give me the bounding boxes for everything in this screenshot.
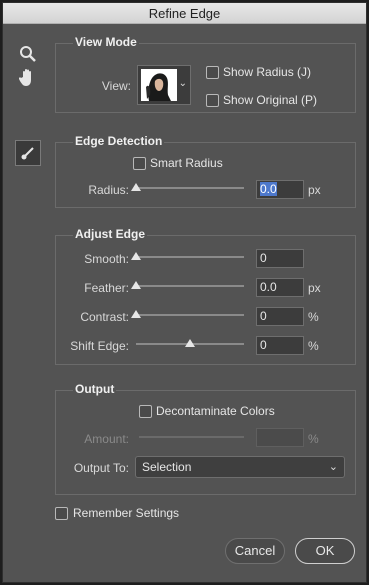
remember-settings-checkbox[interactable] [55,507,68,520]
shift-edge-input[interactable]: 0 [256,336,304,355]
smart-radius-label: Smart Radius [150,156,223,170]
output-to-label: Output To: [73,461,129,475]
view-thumbnail [141,69,177,101]
contrast-slider-thumb[interactable] [131,310,141,318]
feather-unit: px [308,281,321,295]
output-title: Output [73,382,117,396]
remember-settings-label: Remember Settings [73,506,180,520]
view-label: View: [101,79,131,93]
shift-edge-label: Shift Edge: [70,339,129,353]
shift-edge-unit: % [308,339,319,353]
chevron-down-icon: ⌄ [328,461,338,473]
chevron-down-icon: ⌄ [178,78,187,89]
amount-label: Amount: [84,432,129,446]
radius-input[interactable]: 0.0 [256,180,304,199]
cancel-button[interactable]: Cancel [225,538,285,564]
show-original-checkbox[interactable] [206,94,219,107]
ok-button[interactable]: OK [295,538,355,564]
edge-detection-title: Edge Detection [73,134,165,148]
output-to-value: Selection [142,460,192,474]
zoom-icon[interactable] [17,43,39,65]
hand-icon[interactable] [17,67,39,89]
smooth-slider-track[interactable] [136,256,244,258]
refine-radius-brush-icon[interactable] [15,140,41,166]
decontaminate-colors-checkbox[interactable] [139,405,152,418]
amount-unit: % [308,432,319,446]
adjust-edge-title: Adjust Edge [73,227,148,241]
smooth-slider-thumb[interactable] [131,252,141,260]
show-radius-label: Show Radius (J) [223,65,312,79]
edge-detection-group [55,142,356,208]
radius-slider-thumb[interactable] [131,183,141,191]
decontaminate-colors-label: Decontaminate Colors [156,404,275,418]
refine-edge-dialog: Refine Edge View Mode View: ⌄ Show Radiu… [2,2,367,583]
amount-input [256,428,304,447]
contrast-unit: % [308,310,319,324]
shift-edge-slider-thumb[interactable] [185,339,195,347]
view-mode-title: View Mode [73,35,139,49]
title-bar[interactable]: Refine Edge [3,3,366,24]
smart-radius-checkbox[interactable] [133,157,146,170]
feather-slider-thumb[interactable] [131,281,141,289]
show-original-label: Show Original (P) [223,93,318,107]
view-mode-picker[interactable]: ⌄ [137,65,191,105]
radius-unit: px [308,183,321,197]
smooth-label: Smooth: [84,252,129,266]
feather-slider-track[interactable] [136,285,244,287]
contrast-label: Contrast: [80,310,129,324]
contrast-input[interactable]: 0 [256,307,304,326]
radius-value: 0.0 [260,182,277,196]
feather-label: Feather: [84,281,129,295]
radius-label: Radius: [88,183,129,197]
output-to-select[interactable]: Selection ⌄ [135,456,345,478]
amount-slider-track [139,436,244,438]
show-radius-checkbox[interactable] [206,66,219,79]
contrast-slider-track[interactable] [136,314,244,316]
radius-slider-track[interactable] [136,187,244,189]
feather-input[interactable]: 0.0 [256,278,304,297]
smooth-input[interactable]: 0 [256,249,304,268]
dialog-title: Refine Edge [148,6,221,21]
